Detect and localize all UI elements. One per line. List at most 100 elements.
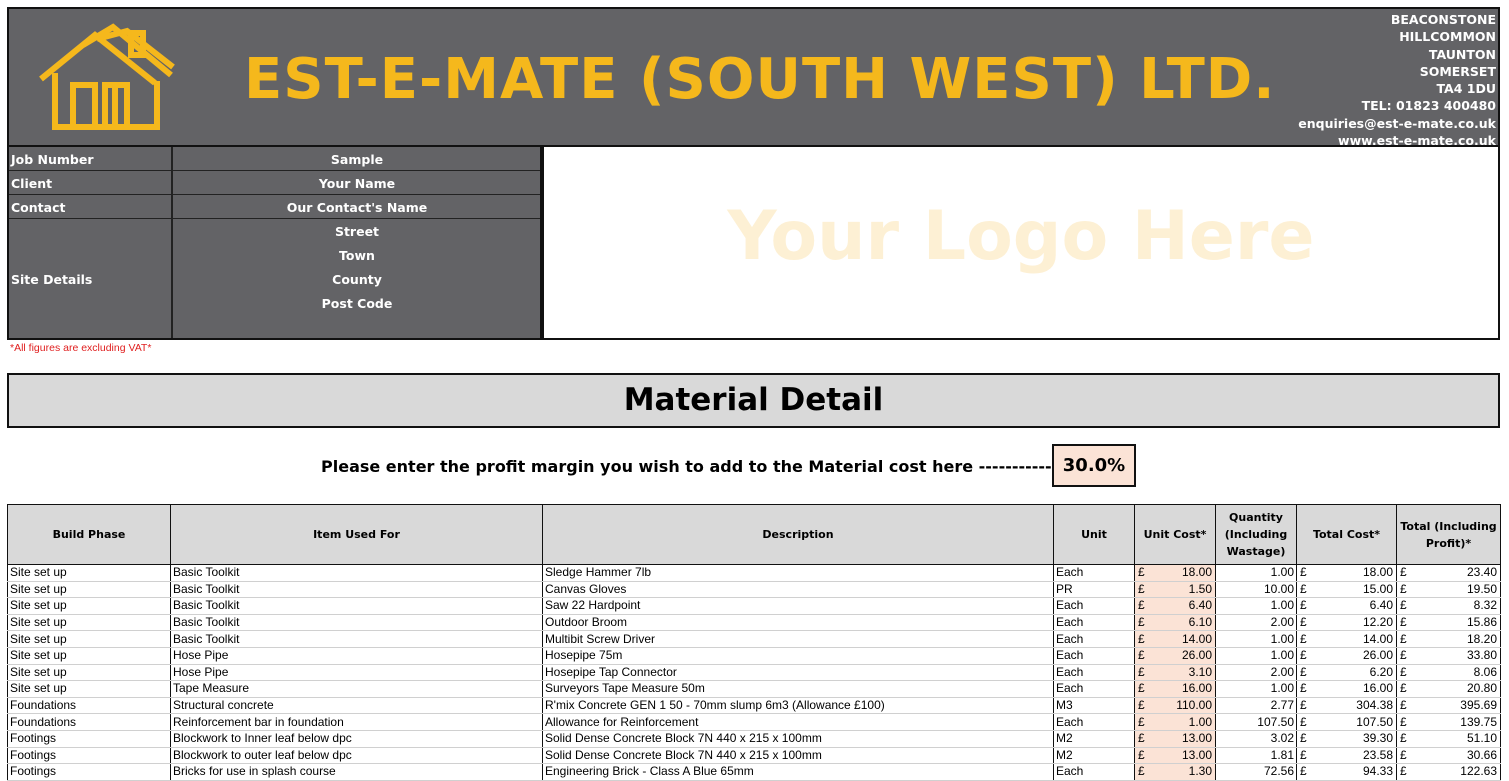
currency-value: £20.80	[1398, 681, 1500, 696]
unit-cost-cell[interactable]: £18.00	[1134, 564, 1216, 582]
table-row: Site set up Basic Toolkit Sledge Hammer 7l…	[7, 564, 1501, 582]
unit-cell: Each	[1053, 664, 1135, 682]
site-town[interactable]: Town	[174, 248, 540, 263]
address-line: TAUNTON	[1428, 46, 1496, 62]
unit-cost-cell[interactable]: £6.40	[1134, 597, 1216, 615]
build-phase-cell: Footings	[7, 747, 171, 765]
site-post-code[interactable]: Post Code	[174, 296, 540, 311]
amount: 13.00	[1181, 731, 1212, 746]
currency-value: £395.69	[1398, 698, 1500, 713]
item-used-for-cell: Basic Toolkit	[170, 581, 543, 599]
description-cell: Canvas Gloves	[542, 581, 1054, 599]
unit-cost-cell[interactable]: £1.50	[1134, 581, 1216, 599]
unit-cost-cell[interactable]: £1.00	[1134, 713, 1216, 731]
currency-value: £6.40	[1298, 598, 1396, 613]
total-profit-cell: £51.10	[1396, 730, 1501, 748]
unit-cost-cell[interactable]: £110.00	[1134, 697, 1216, 715]
currency-value: £30.66	[1398, 748, 1500, 763]
item-used-for-cell: Basic Toolkit	[170, 614, 543, 632]
site-details-label: Site Details	[11, 272, 93, 287]
amount: 14.00	[1362, 631, 1393, 646]
unit-cell: PR	[1053, 581, 1135, 599]
house-icon	[39, 23, 175, 130]
site-street[interactable]: Street	[174, 224, 540, 239]
currency-value: £14.00	[1298, 631, 1396, 647]
unit-cost-cell[interactable]: £14.00	[1134, 630, 1216, 648]
email-address[interactable]: enquiries@est-e-mate.co.uk	[1298, 115, 1496, 132]
currency-symbol: £	[1138, 698, 1145, 713]
amount: 1.30	[1188, 764, 1212, 779]
currency-value: £14.00	[1136, 632, 1215, 647]
job-number-row: Job Number Sample	[9, 147, 540, 171]
quantity-cell: 1.00	[1215, 647, 1297, 665]
currency-value: £122.63	[1398, 764, 1500, 779]
currency-value: £51.10	[1398, 731, 1500, 746]
amount: 139.75	[1460, 714, 1497, 729]
currency-value: £1.30	[1136, 764, 1215, 779]
contact-value[interactable]: Our Contact's Name	[174, 200, 540, 215]
unit-cost-cell[interactable]: £1.30	[1134, 763, 1216, 781]
build-phase-cell: Foundations	[7, 697, 171, 715]
column-header: Unit	[1053, 504, 1135, 565]
item-used-for-cell: Basic Toolkit	[170, 564, 543, 582]
currency-symbol: £	[1300, 631, 1307, 646]
amount: 26.00	[1362, 648, 1393, 663]
unit-cost-cell[interactable]: £13.00	[1134, 747, 1216, 765]
job-number-label: Job Number	[11, 152, 94, 167]
logo-placeholder: Your Logo Here	[727, 197, 1315, 276]
total-profit-cell: £20.80	[1396, 680, 1501, 698]
unit-cell: Each	[1053, 630, 1135, 648]
currency-symbol: £	[1300, 698, 1307, 713]
currency-value: £39.30	[1298, 731, 1396, 746]
address-line: HILLCOMMON	[1399, 29, 1496, 45]
quantity-cell: 3.02	[1215, 730, 1297, 748]
currency-symbol: £	[1400, 681, 1407, 696]
quantity-cell: 2.00	[1215, 664, 1297, 682]
job-number-value[interactable]: Sample	[174, 152, 540, 167]
currency-value: £13.00	[1136, 731, 1215, 746]
address-line: TA4 1DU	[1436, 81, 1496, 97]
unit-cost-cell[interactable]: £26.00	[1134, 647, 1216, 665]
currency-symbol: £	[1138, 598, 1145, 613]
total-cost-cell: £16.00	[1296, 680, 1397, 698]
currency-value: £8.06	[1398, 665, 1500, 680]
build-phase-cell: Footings	[7, 730, 171, 748]
unit-cell: Each	[1053, 647, 1135, 665]
unit-cost-cell[interactable]: £16.00	[1134, 680, 1216, 698]
quantity-cell: 1.81	[1215, 747, 1297, 765]
currency-symbol: £	[1138, 764, 1145, 779]
amount: 304.38	[1356, 698, 1393, 713]
currency-symbol: £	[1300, 747, 1307, 762]
currency-symbol: £	[1400, 565, 1407, 580]
amount: 16.00	[1181, 681, 1212, 696]
currency-symbol: £	[1300, 731, 1307, 746]
column-header: Item Used For	[170, 504, 543, 565]
amount: 19.50	[1466, 581, 1497, 596]
total-cost-cell: £107.50	[1296, 713, 1397, 731]
currency-value: £33.80	[1398, 648, 1500, 663]
currency-value: £15.86	[1398, 615, 1500, 630]
currency-value: £19.50	[1398, 581, 1500, 597]
contact-label: Contact	[11, 200, 66, 215]
logo-area[interactable]: Your Logo Here	[542, 147, 1500, 340]
site-county[interactable]: County	[174, 272, 540, 287]
table-row: Site set up Tape Measure Surveyors Tape Me…	[7, 680, 1501, 698]
unit-cost-cell[interactable]: £3.10	[1134, 664, 1216, 682]
profit-margin-input[interactable]: 30.0%	[1052, 444, 1136, 487]
currency-symbol: £	[1400, 615, 1407, 630]
amount: 6.40	[1188, 598, 1212, 613]
unit-cost-cell[interactable]: £6.10	[1134, 614, 1216, 632]
currency-value: £94.33	[1298, 764, 1396, 779]
total-cost-cell: £23.58	[1296, 747, 1397, 765]
column-header: Total Cost*	[1296, 504, 1397, 565]
currency-symbol: £	[1400, 631, 1407, 646]
client-value[interactable]: Your Name	[174, 176, 540, 191]
amount: 107.50	[1356, 714, 1393, 729]
total-cost-cell: £304.38	[1296, 697, 1397, 715]
table-row: Foundations Structural concrete R'mix Conc…	[7, 697, 1501, 715]
currency-value: £6.10	[1136, 615, 1215, 630]
currency-value: £107.50	[1298, 714, 1396, 730]
currency-symbol: £	[1300, 581, 1307, 596]
unit-cost-cell[interactable]: £13.00	[1134, 730, 1216, 748]
item-used-for-cell: Tape Measure	[170, 680, 543, 698]
